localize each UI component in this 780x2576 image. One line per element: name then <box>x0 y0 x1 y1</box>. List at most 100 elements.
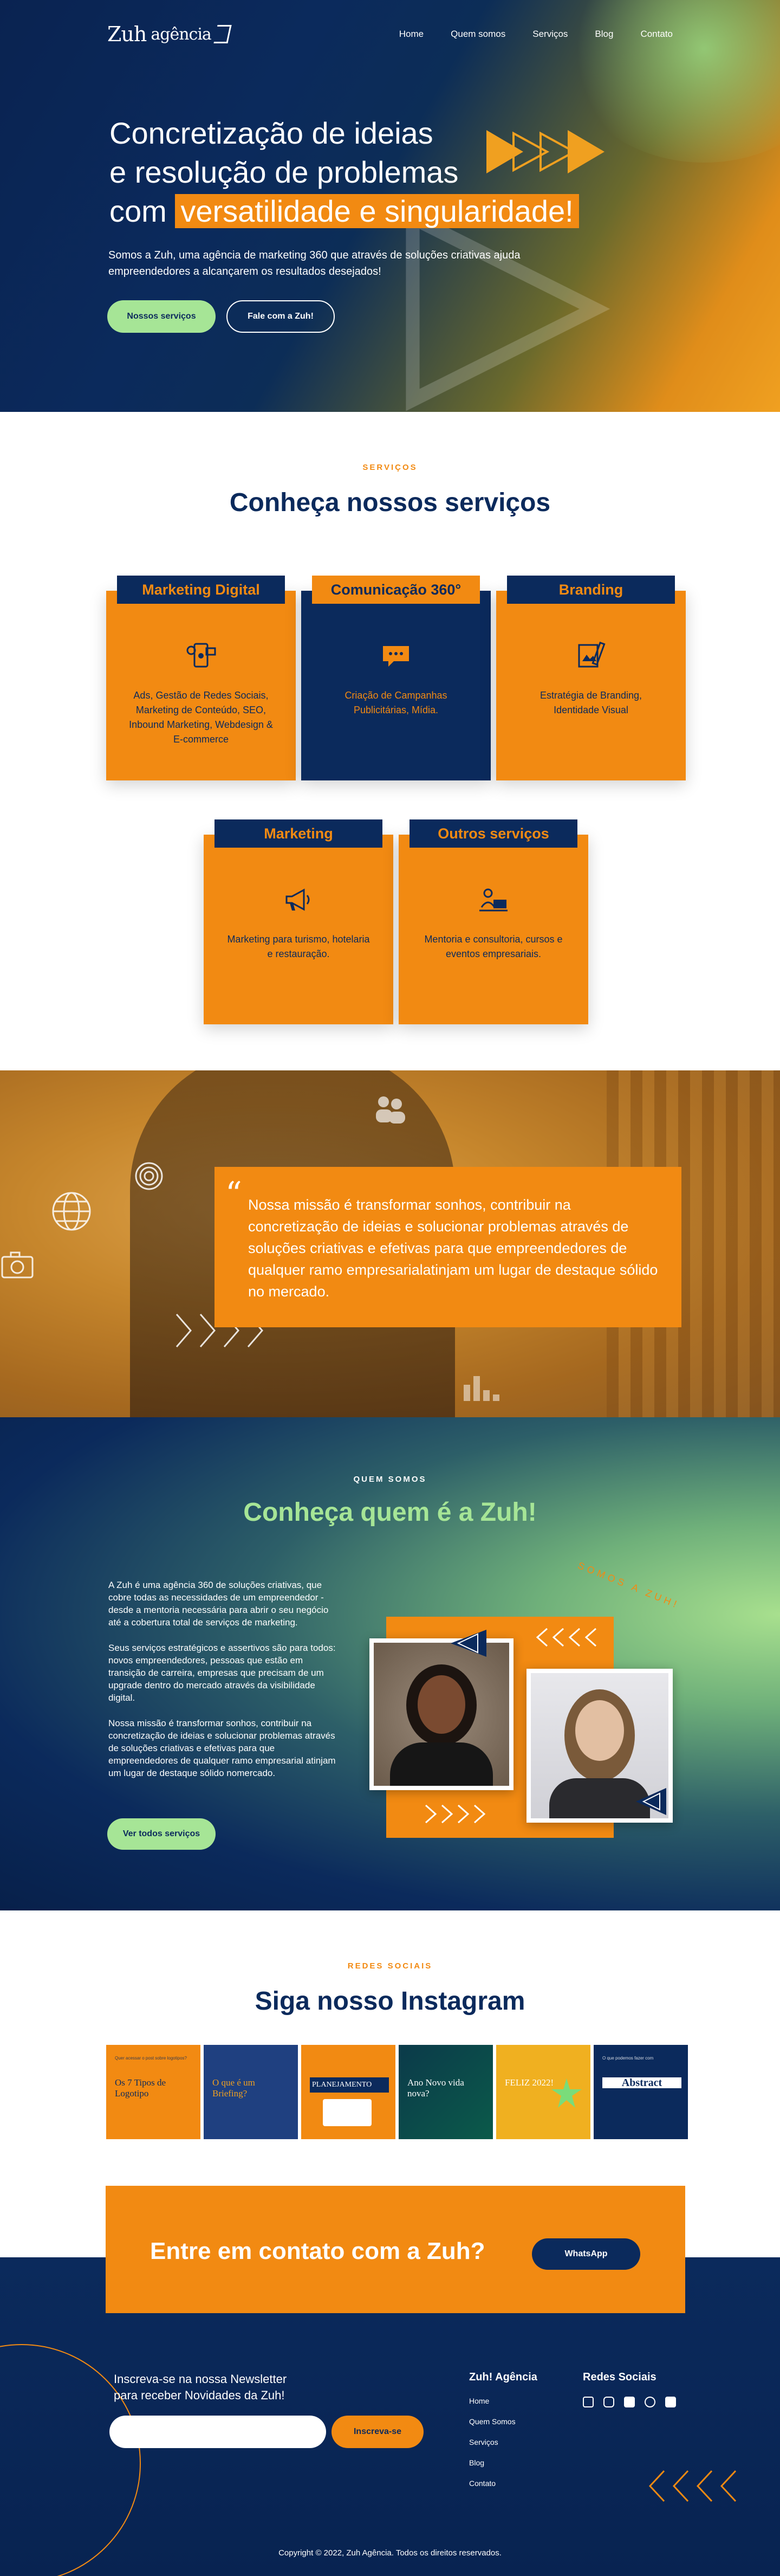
service-card-title: Outros serviços <box>410 819 577 848</box>
footer-col-title: Redes Sociais <box>583 2371 656 2383</box>
photo-triangle-icon-2 <box>636 1788 666 1815</box>
email-icon[interactable] <box>665 2397 676 2407</box>
pinterest-icon[interactable] <box>645 2397 655 2407</box>
chevrons-right-icon <box>425 1804 486 1824</box>
nav-quem-somos[interactable]: Quem somos <box>451 29 505 40</box>
quote-mark-icon: “ <box>225 1175 242 1213</box>
copyright-text: Copyright © 2022, Zuh Agência. Todos os … <box>278 2548 502 2558</box>
logo-subtext: agência <box>151 24 211 44</box>
instagram-eyebrow: REDES SOCIAIS <box>347 1961 433 1971</box>
footer-link-blog[interactable]: Blog <box>469 2458 537 2467</box>
service-card-title: Marketing Digital <box>117 576 285 604</box>
cta-title: Entre em contato com a Zuh? <box>150 2238 485 2264</box>
nav-home[interactable]: Home <box>399 29 424 40</box>
services-button[interactable]: Nossos serviços <box>107 300 216 333</box>
footer-link-servicos[interactable]: Serviços <box>469 2438 537 2446</box>
services-eyebrow: SERVIÇOS <box>362 463 418 472</box>
linkedin-icon[interactable] <box>583 2397 594 2407</box>
social-icons <box>583 2397 676 2407</box>
brand-logo[interactable]: Zuh agência <box>107 22 232 46</box>
instagram-post[interactable]: PLANEJAMENTO <box>301 2045 395 2139</box>
services-section: SERVIÇOS Conheça nossos serviços Marketi… <box>0 412 780 1070</box>
post-title: PLANEJAMENTO <box>310 2077 389 2093</box>
post-subtitle: Quer acessar o post sobre logotipos? <box>115 2056 187 2061</box>
services-title: Conheça nossos serviços <box>229 488 551 517</box>
about-paragraph: Seus serviços estratégicos e assertivos … <box>108 1643 336 1703</box>
team-photo-1 <box>369 1638 514 1790</box>
about-paragraph: A Zuh é uma agência 360 de soluções cria… <box>108 1580 329 1628</box>
footer-link-home[interactable]: Home <box>469 2397 537 2405</box>
newsletter-subscribe-button[interactable]: Inscreva-se <box>332 2416 424 2448</box>
logo-mark-icon <box>213 25 232 43</box>
instagram-post[interactable]: FELIZ 2022! <box>496 2045 590 2139</box>
hero-section: Zuh agência Home Quem somos Serviços Blo… <box>0 0 780 412</box>
service-card-text: Estratégia de Branding, Identidade Visua… <box>540 690 642 715</box>
hero-triangles-icon <box>486 130 604 173</box>
post-title: O que é um Briefing? <box>212 2077 255 2099</box>
service-card-outros[interactable]: Outros serviços Mentoria e consultoria, … <box>399 819 588 1024</box>
about-title: Conheça quem é a Zuh! <box>243 1498 537 1527</box>
hero-title-highlight: versatilidade e singularidade! <box>175 194 579 228</box>
camera-icon <box>1 1251 34 1279</box>
instagram-post[interactable]: O que é um Briefing? <box>204 2045 298 2139</box>
hero-title-line2: e resolução de problemas <box>109 155 459 189</box>
service-card-branding[interactable]: Branding Estratégia de Branding, Identid… <box>496 576 686 780</box>
service-card-marketing-digital[interactable]: Marketing Digital Ads, Gestão de Redes S… <box>106 576 296 780</box>
about-section: QUEM SOMOS Conheça quem é a Zuh! A Zuh é… <box>0 1417 780 1910</box>
star-icon <box>551 2078 582 2108</box>
contact-cta-box: Entre em contato com a Zuh? WhatsApp <box>106 2186 685 2313</box>
footer-links-column: Zuh! Agência Home Quem Somos Serviços Bl… <box>469 2371 537 2500</box>
top-nav: Zuh agência Home Quem somos Serviços Blo… <box>107 21 673 48</box>
hero-title-line3: com <box>109 194 167 228</box>
instagram-post[interactable]: O que podemos fazer com Abstract <box>594 2045 688 2139</box>
facebook-icon[interactable] <box>624 2397 635 2407</box>
whatsapp-button[interactable]: WhatsApp <box>532 2238 640 2270</box>
newsletter-line1: Inscreva-se na nossa Newsletter <box>114 2372 287 2386</box>
about-eyebrow: QUEM SOMOS <box>353 1475 427 1484</box>
about-copy: A Zuh é uma agência 360 de soluções cria… <box>108 1579 341 1792</box>
service-card-marketing[interactable]: Marketing Marketing para turismo, hotela… <box>204 819 393 1024</box>
hero-subtitle: Somos a Zuh, uma agência de marketing 36… <box>108 249 521 277</box>
chat-bubble-icon <box>383 646 409 667</box>
instagram-post[interactable]: Ano Novo vida nova? <box>399 2045 493 2139</box>
post-subtitle: O que podemos fazer com <box>602 2056 654 2061</box>
footer-social-column: Redes Sociais <box>583 2371 676 2407</box>
newsletter-email-input[interactable] <box>109 2416 326 2448</box>
hero-title-line1: Concretização de ideias <box>109 116 433 150</box>
users-icon <box>376 1096 405 1124</box>
photo-triangle-icon <box>451 1630 486 1657</box>
service-card-title: Comunicação 360° <box>312 576 480 604</box>
service-card-text: Ads, Gestão de Redes Sociais, Marketing … <box>129 690 273 745</box>
instagram-post[interactable]: Quer acessar o post sobre logotipos? Os … <box>106 2045 200 2139</box>
nav-contato[interactable]: Contato <box>640 29 673 40</box>
mission-text: Nossa missão é transformar sonhos, contr… <box>248 1197 658 1300</box>
about-paragraph: Nossa missão é transformar sonhos, contr… <box>108 1718 336 1778</box>
all-services-button[interactable]: Ver todos serviços <box>107 1818 216 1850</box>
post-title: Ano Novo vida nova? <box>407 2077 464 2099</box>
footer-link-contato[interactable]: Contato <box>469 2479 537 2488</box>
logo-text: Zuh <box>107 22 147 46</box>
contact-button[interactable]: Fale com a Zuh! <box>226 300 335 333</box>
nav-servicos[interactable]: Serviços <box>532 29 568 40</box>
service-card-text: Marketing para turismo, hotelaria e rest… <box>227 934 370 959</box>
bar-chart-icon <box>464 1376 499 1401</box>
nav-blog[interactable]: Blog <box>595 29 613 40</box>
fingerprint-icon <box>135 1162 163 1190</box>
footer-col-title: Zuh! Agência <box>469 2371 537 2383</box>
service-card-comunicacao[interactable]: Comunicação 360° Criação de Campanhas Pu… <box>301 576 491 780</box>
consulting-icon <box>479 888 508 912</box>
mission-section: “ Nossa missão é transformar sonhos, con… <box>0 1070 780 1417</box>
social-media-icon <box>186 643 216 668</box>
brand-design-icon <box>578 641 606 668</box>
footer-chevrons-icon <box>648 2470 737 2502</box>
chevrons-left-icon <box>536 1628 596 1647</box>
newsletter-line2: para receber Novidades da Zuh! <box>114 2388 285 2402</box>
service-card-text: Criação de Campanhas Publicitárias, Mídi… <box>344 690 447 715</box>
megaphone-icon <box>285 888 310 911</box>
calendar-icon <box>323 2099 372 2126</box>
post-title: Abstract <box>602 2077 681 2088</box>
footer-link-quem-somos[interactable]: Quem Somos <box>469 2417 537 2426</box>
service-card-title: Branding <box>507 576 675 604</box>
instagram-title: Siga nosso Instagram <box>255 1987 525 2016</box>
instagram-icon[interactable] <box>603 2397 614 2407</box>
